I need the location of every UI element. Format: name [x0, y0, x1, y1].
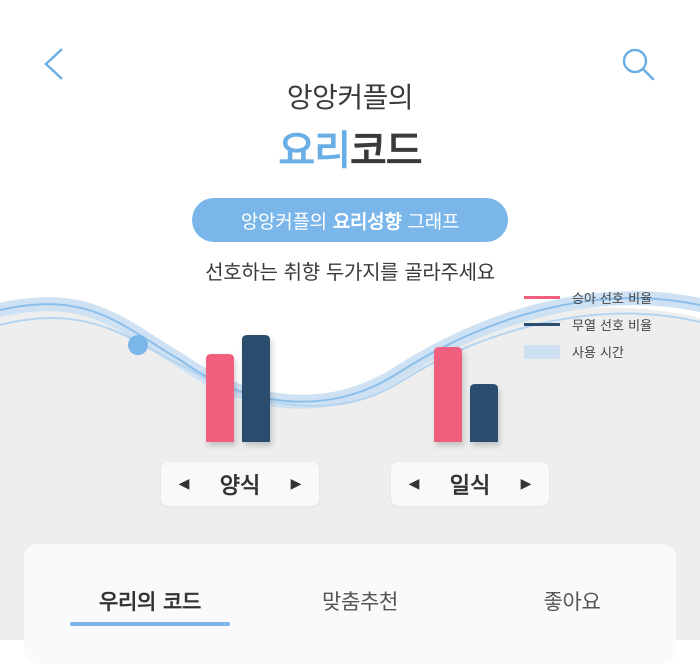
cuisine-selector-right: ◀ 일식 ▶: [391, 462, 549, 506]
legend-swatch-lightblue: [524, 344, 560, 359]
legend-swatch-navy: [524, 323, 560, 326]
page-title-rest: 코드: [350, 128, 423, 174]
legend-label: 사용 시간: [572, 346, 624, 361]
pill-bold: 요리성향: [332, 210, 402, 233]
page-title: 요리코드: [0, 118, 700, 176]
graph-title-pill: 앙앙커플의 요리성향 그래프: [192, 198, 508, 242]
pill-suffix: 그래프: [407, 210, 460, 233]
legend-item-usage-time: 사용 시간: [524, 338, 652, 365]
prev-arrow-icon[interactable]: ◀: [175, 476, 193, 492]
next-arrow-icon[interactable]: ▶: [517, 476, 535, 492]
prev-arrow-icon[interactable]: ◀: [405, 476, 423, 492]
tab-likes[interactable]: 좋아요: [492, 586, 652, 616]
cuisine-label: 양식: [219, 474, 261, 499]
chart-legend: 승아 선호 비율 무열 선호 비율 사용 시간: [524, 284, 652, 365]
tab-recommendations[interactable]: 맞춤추천: [280, 586, 440, 616]
legend-swatch-pink: [524, 296, 560, 299]
pill-prefix: 앙앙커플의: [240, 210, 327, 233]
next-arrow-icon[interactable]: ▶: [287, 476, 305, 492]
page-subtitle: 앙앙커플의: [286, 81, 414, 114]
cuisine-label: 일식: [449, 474, 491, 499]
tab-our-code[interactable]: 우리의 코드: [70, 586, 230, 616]
cuisine-selector-left: ◀ 양식 ▶: [161, 462, 319, 506]
legend-item-seunga: 승아 선호 비율: [524, 284, 652, 311]
page-title-highlight: 요리: [278, 128, 351, 174]
legend-label: 무열 선호 비율: [572, 319, 653, 334]
legend-item-muyeol: 무열 선호 비율: [524, 311, 652, 338]
legend-label: 승아 선호 비율: [572, 292, 653, 307]
active-tab-indicator: [70, 622, 230, 626]
